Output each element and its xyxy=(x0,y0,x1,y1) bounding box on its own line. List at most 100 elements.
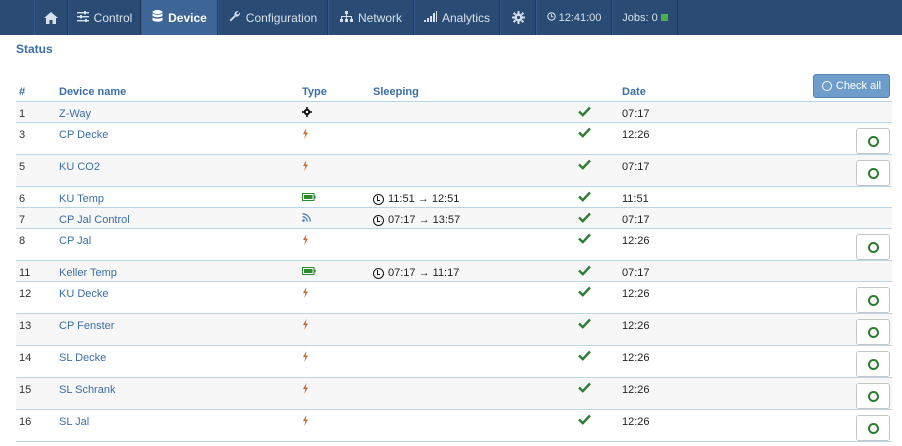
interview-button[interactable] xyxy=(856,160,890,186)
flirs-signal-icon xyxy=(302,213,311,225)
clock-icon xyxy=(373,214,384,226)
nav-device[interactable]: Device xyxy=(141,0,218,35)
table-row: 13 CP Fenster 12:26 xyxy=(16,314,892,346)
col-sleeping-header[interactable]: Sleeping xyxy=(373,86,419,98)
wrench-icon xyxy=(229,10,241,25)
nav-clock: 12:41:00 xyxy=(536,0,612,35)
sleeping-cell: 07:17 → 11:17 xyxy=(373,267,459,279)
mains-power-icon xyxy=(302,287,309,301)
nav-configuration[interactable]: Configuration xyxy=(218,0,328,35)
device-id: 7 xyxy=(19,214,26,226)
nav-configuration-label: Configuration xyxy=(245,10,318,25)
interview-button[interactable] xyxy=(856,128,890,154)
circle-icon xyxy=(867,358,879,370)
device-name-link[interactable]: Keller Temp xyxy=(59,267,117,279)
table-row: 15 SL Schrank 12:26 xyxy=(16,378,892,410)
nav-home[interactable] xyxy=(34,0,68,35)
last-update-time: 07:17 xyxy=(622,108,650,120)
check-icon xyxy=(578,159,591,173)
nav-settings[interactable] xyxy=(500,0,536,35)
nav-network-label: Network xyxy=(357,10,402,25)
mains-power-icon xyxy=(302,351,309,365)
device-name-link[interactable]: CP Jal xyxy=(59,235,91,247)
circle-icon xyxy=(867,241,879,253)
clock-icon xyxy=(373,193,384,205)
last-update-time: 07:17 xyxy=(622,267,650,279)
sleeping-interval: 07:17 → 11:17 xyxy=(388,267,460,279)
device-name-link[interactable]: KU Decke xyxy=(59,288,109,300)
table-row: 14 SL Decke 12:26 xyxy=(16,346,892,378)
device-name-link[interactable]: SL Schrank xyxy=(59,384,115,396)
device-id: 1 xyxy=(19,108,26,120)
last-update-time: 12:26 xyxy=(622,352,650,364)
table-header: # Device name Type Sleeping Date xyxy=(16,80,892,102)
sleeping-cell: 11:51 → 12:51 xyxy=(373,193,459,205)
last-update-time: 12:26 xyxy=(622,416,650,428)
last-update-time: 12:26 xyxy=(622,320,650,332)
mains-power-icon xyxy=(302,234,309,248)
device-id: 16 xyxy=(19,416,32,428)
col-num-header: # xyxy=(19,86,26,98)
device-id: 15 xyxy=(19,384,32,396)
nav-control-label: Control xyxy=(93,10,133,25)
table-row: 6 KU Temp 11:51 → 12:51 11:51 xyxy=(16,187,892,208)
table-row: 12 KU Decke 12:26 xyxy=(16,282,892,314)
col-name-header[interactable]: Device name xyxy=(59,86,126,98)
col-date-header[interactable]: Date xyxy=(622,86,646,98)
check-icon xyxy=(578,318,591,332)
clock-icon xyxy=(546,11,556,24)
database-icon xyxy=(152,9,163,26)
device-name-link[interactable]: SL Jal xyxy=(59,416,89,428)
interview-button[interactable] xyxy=(856,351,890,377)
sleeping-interval: 11:51 → 12:51 xyxy=(388,193,460,205)
circle-icon xyxy=(867,167,879,179)
sleeping-cell: 07:17 → 13:57 xyxy=(373,214,460,226)
last-update-time: 11:51 xyxy=(622,193,649,205)
interview-button[interactable] xyxy=(856,287,890,313)
table-row: 16 SL Jal 12:26 xyxy=(16,410,892,442)
battery-icon xyxy=(302,266,316,278)
device-name-link[interactable]: CP Decke xyxy=(59,129,108,141)
check-icon xyxy=(578,191,591,205)
device-id: 14 xyxy=(19,352,32,364)
mains-power-icon xyxy=(302,319,309,333)
device-name-link[interactable]: KU Temp xyxy=(59,193,104,205)
last-update-time: 07:17 xyxy=(622,161,650,173)
device-name-link[interactable]: Z-Way xyxy=(59,108,91,120)
jobs-status-indicator xyxy=(660,14,668,21)
device-id: 11 xyxy=(19,267,31,279)
check-icon xyxy=(578,127,591,141)
nav-time: 12:41:00 xyxy=(558,11,602,24)
jobs-label: Jobs: 0 xyxy=(622,11,658,24)
nav-analytics[interactable]: Analytics xyxy=(414,0,500,35)
table-row: 5 KU CO2 07:17 xyxy=(16,155,892,187)
device-id: 5 xyxy=(19,161,26,173)
battery-icon xyxy=(302,192,316,204)
sleeping-interval: 07:17 → 13:57 xyxy=(388,214,461,226)
device-id: 12 xyxy=(19,288,32,300)
device-id: 8 xyxy=(19,235,26,247)
device-name-link[interactable]: CP Fenster xyxy=(59,320,114,332)
interview-button[interactable] xyxy=(856,319,890,345)
last-update-time: 12:26 xyxy=(622,288,650,300)
device-name-link[interactable]: CP Jal Control xyxy=(59,214,130,226)
clock-icon xyxy=(373,267,384,279)
nav-control[interactable]: Control xyxy=(68,0,141,35)
interview-button[interactable] xyxy=(856,234,890,260)
device-name-link[interactable]: KU CO2 xyxy=(59,161,100,173)
device-name-link[interactable]: SL Decke xyxy=(59,352,106,364)
last-update-time: 07:17 xyxy=(622,214,650,226)
device-id: 13 xyxy=(19,320,32,332)
top-navbar: Control Device Configuration Network Ana… xyxy=(0,0,902,35)
mains-power-icon xyxy=(302,383,309,397)
nav-jobs[interactable]: Jobs: 0 xyxy=(612,0,678,35)
last-update-time: 12:26 xyxy=(622,384,650,396)
nav-network[interactable]: Network xyxy=(328,0,414,35)
col-type-header[interactable]: Type xyxy=(302,86,327,98)
last-update-time: 12:26 xyxy=(622,129,650,141)
device-id: 3 xyxy=(19,129,26,141)
circle-icon xyxy=(867,390,879,402)
interview-button[interactable] xyxy=(856,383,890,409)
interview-button[interactable] xyxy=(856,415,890,441)
